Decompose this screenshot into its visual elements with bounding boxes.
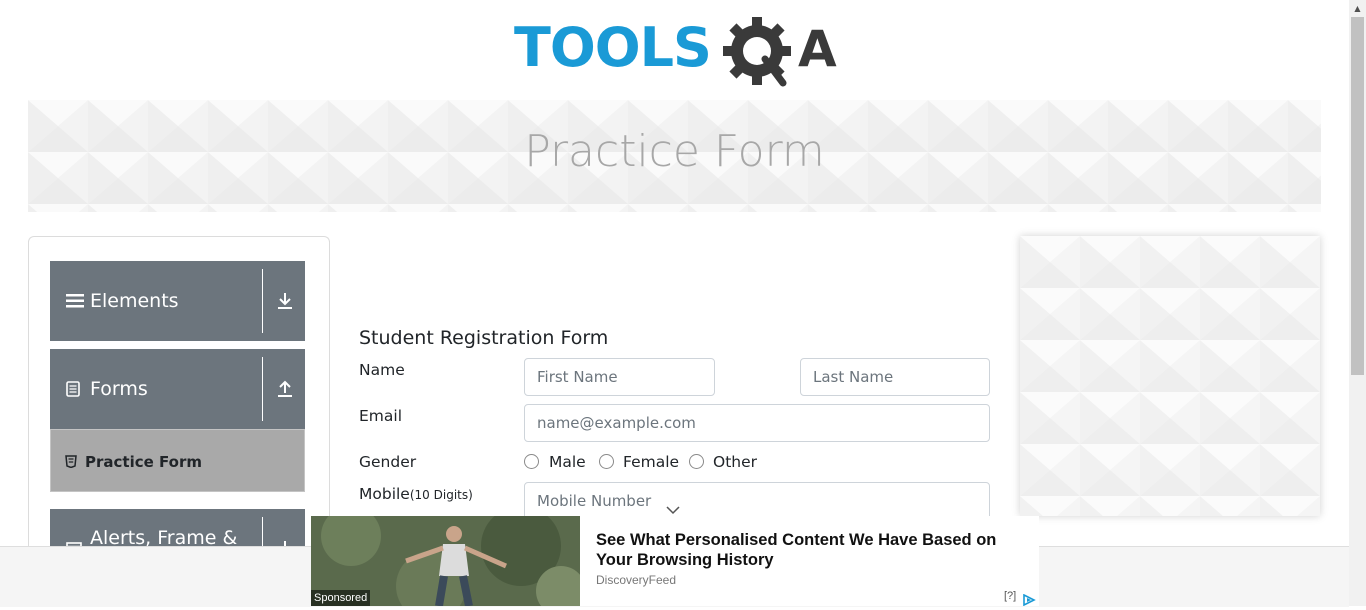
mobile-label-text: Mobile <box>359 485 410 503</box>
scroll-up-arrow-icon[interactable]: ▲ <box>1349 0 1366 17</box>
sidebar-group-forms[interactable]: Forms <box>50 349 305 429</box>
document-icon <box>66 349 80 429</box>
side-ad-box[interactable] <box>1020 236 1320 516</box>
adchoices-icon[interactable] <box>1022 591 1036 610</box>
sidebar-item-practice-form[interactable]: Practice Form <box>50 429 305 492</box>
mobile-label: Mobile(10 Digits) <box>359 485 473 503</box>
scrollbar-thumb[interactable] <box>1351 17 1364 375</box>
sponsored-label: Sponsored <box>311 590 371 606</box>
ad-pattern <box>1020 236 1320 516</box>
toolsqa-logo[interactable]: TOOLS A <box>514 14 839 92</box>
sidebar-group-label: Elements <box>90 290 179 312</box>
gender-label: Gender <box>359 453 417 471</box>
page-banner: Practice Form <box>28 100 1321 212</box>
name-label: Name <box>359 361 405 379</box>
gender-radio-other[interactable] <box>689 454 704 469</box>
mobile-input[interactable] <box>524 482 990 520</box>
mobile-hint: (10 Digits) <box>409 488 473 502</box>
upload-arrow-icon[interactable] <box>276 349 294 429</box>
logo-text-a: A <box>798 20 837 78</box>
sidebar-item-label: Practice Form <box>85 452 202 471</box>
gender-option-label[interactable]: Female <box>623 453 679 471</box>
sidebar-group-elements[interactable]: Elements <box>50 261 305 341</box>
divider <box>262 269 263 333</box>
gender-radio-female[interactable] <box>599 454 614 469</box>
last-name-input[interactable] <box>800 358 990 396</box>
gear-icon <box>723 17 791 87</box>
logo-text-tools: TOOLS <box>514 16 711 79</box>
download-arrow-icon[interactable] <box>276 261 294 341</box>
hamburger-icon <box>66 261 84 341</box>
first-name-input[interactable] <box>524 358 715 396</box>
page-title: Practice Form <box>524 126 825 177</box>
gender-radio-male[interactable] <box>524 454 539 469</box>
divider <box>262 357 263 421</box>
email-label: Email <box>359 407 403 425</box>
sidebar-group-label: Forms <box>90 378 148 400</box>
form-title: Student Registration Form <box>359 327 609 349</box>
html5-badge-icon <box>65 430 77 493</box>
email-input[interactable] <box>524 404 990 442</box>
ad-source[interactable]: DiscoveryFeed <box>596 573 676 587</box>
gender-option-label[interactable]: Male <box>549 453 586 471</box>
ad-help-link[interactable]: [?] <box>1004 590 1016 602</box>
gender-option-label[interactable]: Other <box>713 453 757 471</box>
ad-headline[interactable]: See What Personalised Content We Have Ba… <box>596 530 1032 570</box>
